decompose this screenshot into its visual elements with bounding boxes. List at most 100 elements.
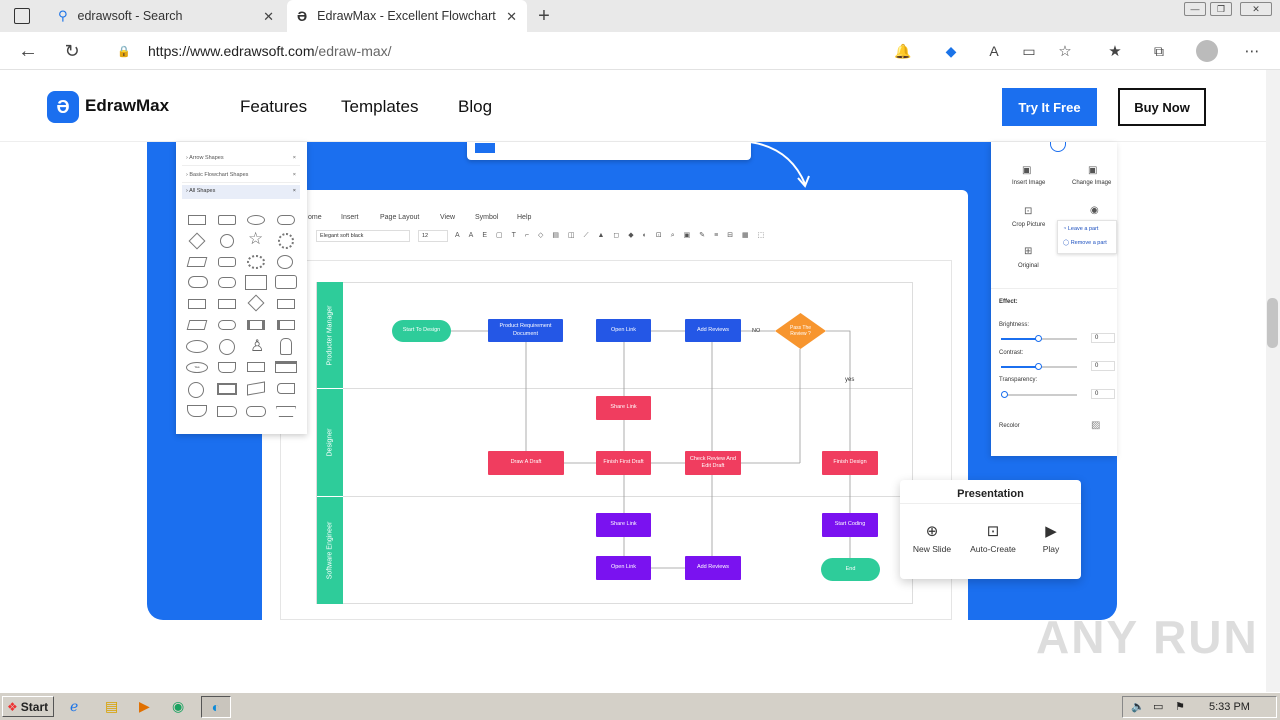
shape-delay-2[interactable] xyxy=(217,406,237,417)
shape-header-box[interactable] xyxy=(275,361,297,373)
node-open-link-1[interactable]: Open Link xyxy=(596,319,651,342)
shape-terminator[interactable] xyxy=(218,320,236,330)
shape-ellipse-2[interactable] xyxy=(186,340,208,353)
original-label[interactable]: Original xyxy=(1018,263,1039,269)
node-end[interactable]: End xyxy=(821,558,880,581)
shape-seal[interactable] xyxy=(278,233,294,249)
start-button[interactable]: ❖ Start xyxy=(2,696,54,717)
shape-octagon[interactable] xyxy=(277,255,293,269)
shape-storage[interactable] xyxy=(218,362,236,373)
shape-circle-2[interactable] xyxy=(188,382,204,398)
shape-diamond[interactable] xyxy=(188,232,206,250)
shape-alt-process[interactable] xyxy=(218,299,236,309)
system-tray: 🔈 ▭ ⚑ 5:33 PM xyxy=(1122,696,1277,718)
node-start-coding[interactable]: Start Coding xyxy=(822,513,878,537)
shape-bold-rect[interactable] xyxy=(217,383,237,395)
remove-part-option[interactable]: ◯ Remove a part xyxy=(1063,240,1107,246)
node-open-link-2[interactable]: Open Link xyxy=(596,556,651,580)
category-all-shapes[interactable]: › All Shapes × xyxy=(182,185,300,199)
shape-wave[interactable] xyxy=(187,405,207,417)
node-finish-draft[interactable]: Finish First Draft xyxy=(596,451,651,475)
play-button[interactable]: ▶ Play xyxy=(1027,522,1075,554)
security-icon[interactable]: ⚑ xyxy=(1175,700,1185,713)
shape-label[interactable]: Yes xyxy=(186,362,208,373)
shape-rectangle[interactable] xyxy=(188,215,206,225)
node-share-link-1[interactable]: Share Link xyxy=(596,396,651,420)
shape-callout[interactable] xyxy=(275,275,297,289)
shape-manual-op[interactable] xyxy=(276,406,296,417)
node-draw-draft[interactable]: Draw A Draft xyxy=(488,451,564,475)
page-scrollbar[interactable] xyxy=(1266,70,1280,692)
node-add-reviews-2[interactable]: Add Reviews xyxy=(685,556,741,580)
shape-manual-input[interactable] xyxy=(247,381,265,396)
shape-card[interactable] xyxy=(245,275,267,290)
node-check-review[interactable]: Check Review And Edit Draft xyxy=(685,451,741,475)
replace-icon[interactable] xyxy=(1050,142,1066,152)
shape-decision[interactable] xyxy=(247,294,265,312)
node-prd[interactable]: Product Requirement Document xyxy=(488,319,563,342)
shape-circle[interactable] xyxy=(220,234,234,248)
shape-parallelogram[interactable] xyxy=(186,257,208,267)
play-icon: ▶ xyxy=(1045,523,1057,540)
change-image-label[interactable]: Change Image xyxy=(1072,180,1111,186)
contrast-value[interactable]: 0 xyxy=(1091,361,1115,371)
shape-stadium[interactable] xyxy=(277,215,295,225)
shape-display[interactable] xyxy=(246,406,266,417)
recolor-icon[interactable]: ▨ xyxy=(1091,420,1100,431)
original-icon[interactable]: ⊞ xyxy=(1024,246,1032,257)
node-decision[interactable]: Pass The Review ? xyxy=(775,313,826,349)
new-slide-button[interactable]: ⊕ New Slide xyxy=(905,522,959,554)
node-share-link-2[interactable]: Share Link xyxy=(596,513,651,537)
shape-delay[interactable] xyxy=(277,383,295,394)
volume-icon[interactable]: 🔈 xyxy=(1131,700,1145,713)
shape-database[interactable] xyxy=(280,338,292,355)
crop-icon[interactable]: ⊡ xyxy=(1024,206,1032,217)
network-icon[interactable]: ▭ xyxy=(1153,700,1163,713)
brightness-value[interactable]: 0 xyxy=(1091,333,1115,343)
shape-connector[interactable] xyxy=(219,339,235,355)
plus-circle-icon: ⊕ xyxy=(925,523,939,540)
insert-image-icon[interactable]: ▣ xyxy=(1022,165,1031,176)
contrast-label: Contrast: xyxy=(999,350,1024,356)
shape-hexagon[interactable] xyxy=(218,257,236,267)
shape-oval[interactable] xyxy=(218,277,236,288)
transparency-value[interactable]: 0 xyxy=(1091,389,1115,399)
shape-cloud[interactable] xyxy=(188,276,208,288)
category-arrow-shapes[interactable]: › Arrow Shapes × xyxy=(182,152,300,166)
scroll-thumb[interactable] xyxy=(1267,298,1278,348)
effect-label: Effect: xyxy=(999,299,1018,305)
shape-process[interactable] xyxy=(188,299,206,309)
node-finish-design[interactable]: Finish Design xyxy=(822,451,878,475)
transparency-slider[interactable] xyxy=(1001,391,1077,398)
leave-part-option[interactable]: ◔ Leave a part xyxy=(1063,226,1098,232)
remove-bg-icon[interactable]: ◉ xyxy=(1090,205,1099,216)
shape-card-2[interactable] xyxy=(247,362,265,372)
shape-document[interactable] xyxy=(277,299,295,309)
brightness-slider[interactable] xyxy=(1001,335,1077,342)
clock[interactable]: 5:33 PM xyxy=(1209,701,1250,713)
crop-picture-label[interactable]: Crop Picture xyxy=(1012,222,1045,228)
presentation-card: Presentation ⊕ New Slide ⊡ Auto-Create ▶… xyxy=(900,480,1081,579)
chrome-icon[interactable]: ◉ xyxy=(172,698,184,715)
shape-predefined[interactable] xyxy=(247,320,265,330)
anyrun-watermark: ANY RUN xyxy=(1036,611,1259,663)
media-player-icon[interactable]: ▶ xyxy=(139,698,150,715)
shape-badge[interactable] xyxy=(247,255,265,269)
shape-internal-storage[interactable] xyxy=(277,320,295,330)
category-basic-flowchart[interactable]: › Basic Flowchart Shapes × xyxy=(182,169,300,183)
shape-star[interactable]: ☆ xyxy=(248,229,263,249)
contrast-slider[interactable] xyxy=(1001,363,1077,370)
insert-image-label[interactable]: Insert Image xyxy=(1012,180,1045,186)
image-properties-panel: ▣ Insert Image ▣ Change Image ⊡ Crop Pic… xyxy=(991,142,1117,456)
shape-rounded-rect[interactable] xyxy=(218,215,236,225)
node-start[interactable]: Start To Design xyxy=(392,320,451,342)
ie-icon[interactable]: ℯ xyxy=(70,698,78,715)
shape-ellipse[interactable] xyxy=(247,215,265,225)
explorer-icon[interactable]: ▤ xyxy=(105,698,118,715)
shape-data[interactable] xyxy=(186,320,208,330)
auto-create-button[interactable]: ⊡ Auto-Create xyxy=(963,522,1023,554)
edge-icon[interactable]: ◐ xyxy=(201,696,231,718)
change-image-icon[interactable]: ▣ xyxy=(1088,165,1097,176)
shape-actor[interactable]: ♙ xyxy=(250,336,264,356)
node-add-reviews-1[interactable]: Add Reviews xyxy=(685,319,741,342)
